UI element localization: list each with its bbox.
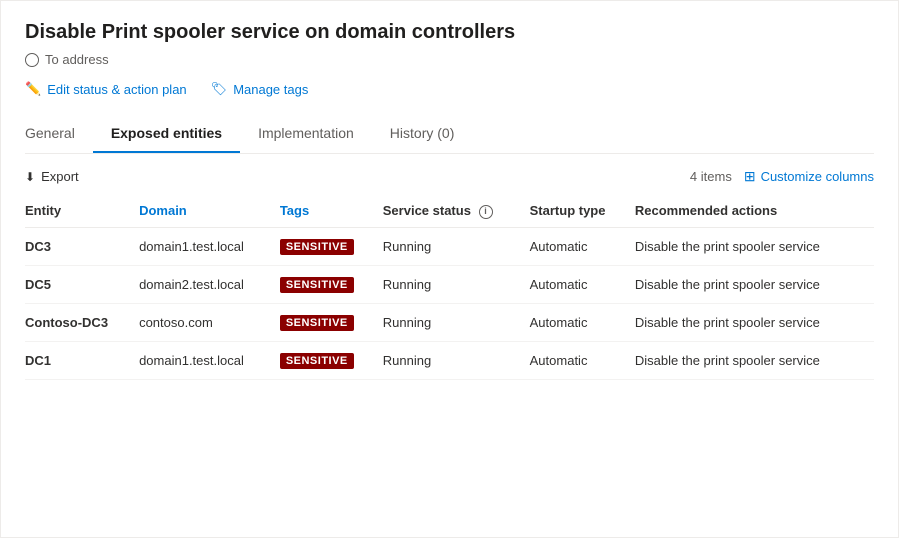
- table-header-row: Entity Domain Tags Service status i Star…: [25, 195, 874, 227]
- tags-cell: SENSITIVE: [280, 265, 383, 303]
- col-header-startup-type: Startup type: [530, 195, 635, 227]
- entity-cell: Contoso-DC3: [25, 303, 139, 341]
- col-header-entity: Entity: [25, 195, 139, 227]
- service-status-cell: Running: [383, 265, 530, 303]
- page-title: Disable Print spooler service on domain …: [25, 21, 874, 44]
- domain-cell: contoso.com: [139, 303, 280, 341]
- table-row: DC3 domain1.test.local SENSITIVE Running…: [25, 227, 874, 265]
- download-icon: ⬇: [25, 170, 35, 184]
- tag-icon: 🏷: [211, 81, 228, 97]
- main-container: Disable Print spooler service on domain …: [0, 0, 899, 538]
- domain-cell: domain1.test.local: [139, 227, 280, 265]
- action-buttons: ✏️ Edit status & action plan 🏷 Manage ta…: [25, 81, 874, 97]
- recommended-actions-cell: Disable the print spooler service: [635, 227, 874, 265]
- domain-cell: domain2.test.local: [139, 265, 280, 303]
- recommended-actions-cell: Disable the print spooler service: [635, 341, 874, 379]
- tags-cell: SENSITIVE: [280, 341, 383, 379]
- table-row: DC1 domain1.test.local SENSITIVE Running…: [25, 341, 874, 379]
- export-button[interactable]: ⬇ Export: [25, 169, 79, 184]
- table-row: DC5 domain2.test.local SENSITIVE Running…: [25, 265, 874, 303]
- tabs-bar: General Exposed entities Implementation …: [25, 115, 874, 154]
- manage-tags-button[interactable]: 🏷 Manage tags: [211, 81, 309, 97]
- startup-type-cell: Automatic: [530, 227, 635, 265]
- col-header-tags: Tags: [280, 195, 383, 227]
- status-label: To address: [45, 52, 109, 67]
- sensitive-badge: SENSITIVE: [280, 315, 354, 331]
- service-status-cell: Running: [383, 341, 530, 379]
- tags-cell: SENSITIVE: [280, 227, 383, 265]
- service-status-cell: Running: [383, 303, 530, 341]
- service-status-cell: Running: [383, 227, 530, 265]
- status-circle-icon: [25, 53, 39, 67]
- entity-cell: DC5: [25, 265, 139, 303]
- entity-cell: DC1: [25, 341, 139, 379]
- export-label: Export: [41, 169, 79, 184]
- sensitive-badge: SENSITIVE: [280, 239, 354, 255]
- toolbar: ⬇ Export 4 items ⊞ Customize columns: [25, 168, 874, 185]
- edit-status-button[interactable]: ✏️ Edit status & action plan: [25, 81, 187, 97]
- col-header-recommended-actions: Recommended actions: [635, 195, 874, 227]
- sensitive-badge: SENSITIVE: [280, 353, 354, 369]
- columns-icon: ⊞: [744, 168, 756, 185]
- customize-columns-button[interactable]: ⊞ Customize columns: [744, 168, 874, 185]
- customize-label: Customize columns: [761, 169, 874, 184]
- tab-implementation[interactable]: Implementation: [240, 115, 372, 153]
- col-header-domain: Domain: [139, 195, 280, 227]
- toolbar-right: 4 items ⊞ Customize columns: [690, 168, 874, 185]
- tab-history[interactable]: History (0): [372, 115, 473, 153]
- tab-general[interactable]: General: [25, 115, 93, 153]
- table-row: Contoso-DC3 contoso.com SENSITIVE Runnin…: [25, 303, 874, 341]
- tags-cell: SENSITIVE: [280, 303, 383, 341]
- items-count: 4 items: [690, 169, 732, 184]
- recommended-actions-cell: Disable the print spooler service: [635, 265, 874, 303]
- manage-tags-label: Manage tags: [233, 82, 308, 97]
- recommended-actions-cell: Disable the print spooler service: [635, 303, 874, 341]
- service-status-info-icon[interactable]: i: [479, 205, 493, 219]
- sensitive-badge: SENSITIVE: [280, 277, 354, 293]
- status-row: To address: [25, 52, 874, 67]
- edit-status-label: Edit status & action plan: [47, 82, 186, 97]
- entity-cell: DC3: [25, 227, 139, 265]
- entities-table: Entity Domain Tags Service status i Star…: [25, 195, 874, 380]
- col-header-service-status: Service status i: [383, 195, 530, 227]
- startup-type-cell: Automatic: [530, 341, 635, 379]
- startup-type-cell: Automatic: [530, 265, 635, 303]
- startup-type-cell: Automatic: [530, 303, 635, 341]
- domain-cell: domain1.test.local: [139, 341, 280, 379]
- pencil-icon: ✏️: [25, 81, 41, 97]
- tab-exposed-entities[interactable]: Exposed entities: [93, 115, 240, 153]
